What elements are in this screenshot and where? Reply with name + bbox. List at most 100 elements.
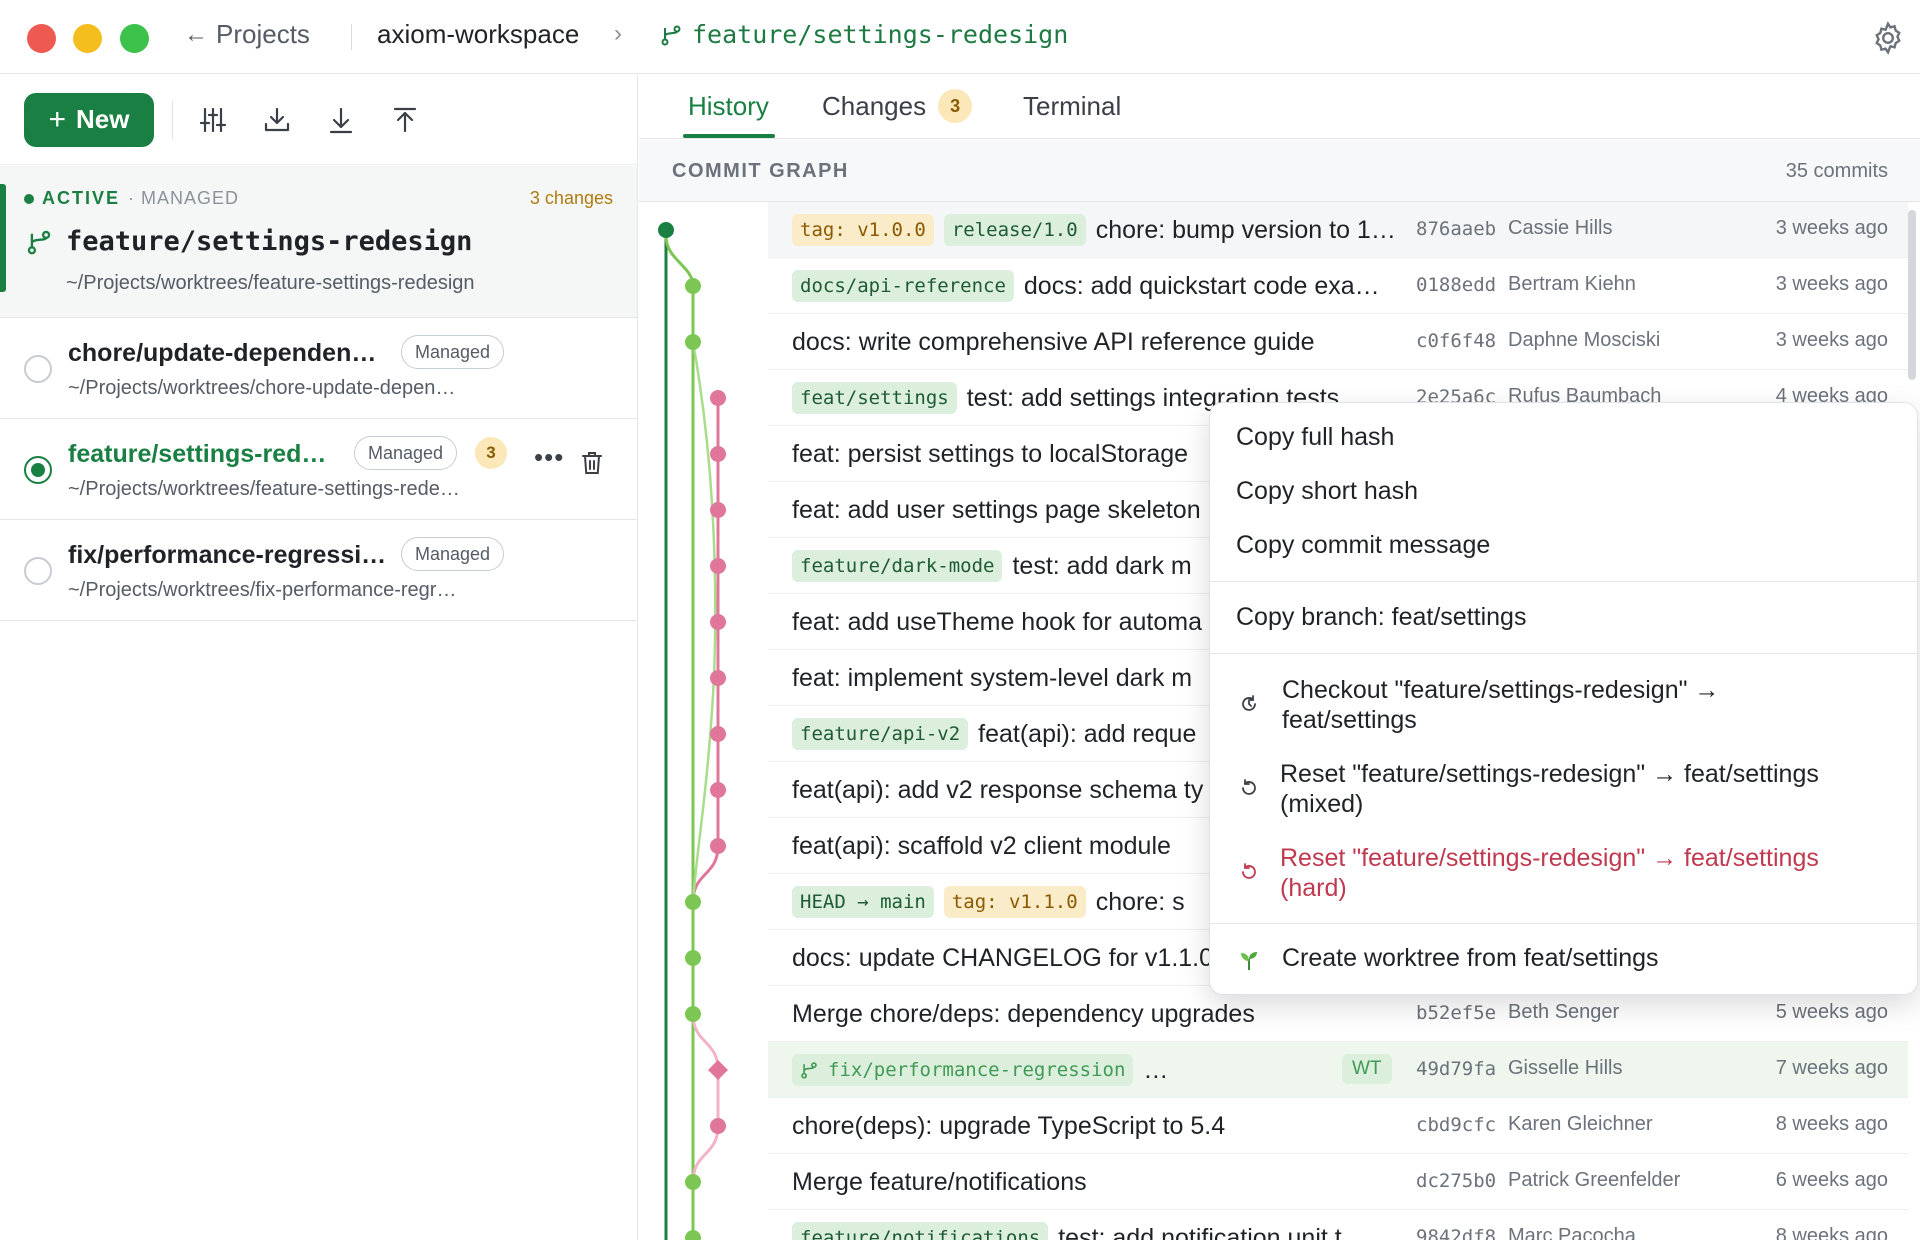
commit-author: Patrick Greenfelder <box>1508 1169 1681 1191</box>
git-branch-icon <box>661 25 681 45</box>
commit-hash: 0188edd <box>1416 274 1497 296</box>
commit-message: Merge chore/deps: dependency upgrades <box>792 999 1255 1028</box>
commit-hash: c0f6f48 <box>1416 330 1497 352</box>
commit-node[interactable] <box>685 950 701 966</box>
commit-node[interactable] <box>710 782 726 798</box>
branch-chip[interactable]: release/1.0 <box>943 214 1086 246</box>
scrollbar-thumb[interactable] <box>1908 210 1916 380</box>
worktree-commit-node[interactable] <box>708 1060 728 1080</box>
commit-node[interactable] <box>710 670 726 686</box>
commit-node[interactable] <box>685 1006 701 1022</box>
commit-graph-lanes <box>658 222 728 1240</box>
commit-node[interactable] <box>710 390 726 406</box>
tab-terminal[interactable]: Terminal <box>1023 91 1121 122</box>
commit-row[interactable]: fix/performance-regression … WT 49d79fa Giss… <box>768 1042 1908 1098</box>
worktree-name: fix/performance-regressi… <box>68 541 387 569</box>
worktree-radio[interactable] <box>24 355 52 383</box>
commit-node[interactable] <box>710 726 726 742</box>
commit-node[interactable] <box>710 838 726 854</box>
branch-chip[interactable]: feature/dark-mode <box>792 550 1003 582</box>
commit-row[interactable]: docs: write comprehensive API reference … <box>768 314 1908 370</box>
tag-chip[interactable]: tag: v1.0.0 <box>792 214 934 246</box>
active-worktree-card[interactable]: ACTIVE · MANAGED 3 changes feature/setti… <box>0 166 637 318</box>
commit-message: … <box>1143 1055 1169 1084</box>
commit-node[interactable] <box>685 1230 701 1240</box>
worktree-item[interactable]: chore/update-dependen… Managed ~/Project… <box>0 319 637 419</box>
close-window-button[interactable] <box>27 24 56 53</box>
commit-author: Marc Pacocha <box>1508 1225 1636 1240</box>
copy-short-hash-item[interactable]: Copy short hash <box>1210 477 1919 506</box>
tag-chip[interactable]: tag: v1.1.0 <box>943 886 1086 918</box>
current-branch-crumb[interactable]: feature/settings-redesign <box>660 20 1068 49</box>
reset-icon <box>1242 779 1256 795</box>
commit-node[interactable] <box>710 614 726 630</box>
sidebar-toolbar: + New <box>0 75 637 165</box>
worktree-radio-selected[interactable] <box>24 456 52 484</box>
commit-node[interactable] <box>710 558 726 574</box>
trash-icon[interactable] <box>580 450 604 476</box>
commit-node[interactable] <box>710 1118 726 1134</box>
commit-node[interactable] <box>685 334 701 350</box>
commit-node[interactable] <box>685 278 701 294</box>
commit-row[interactable]: chore(deps): upgrade TypeScript to 5.4 cb… <box>768 1098 1908 1154</box>
commit-date: 8 weeks ago <box>1775 1113 1888 1135</box>
commit-hash: b52ef5e <box>1416 1002 1497 1024</box>
commit-date: 5 weeks ago <box>1775 1001 1888 1023</box>
more-options-icon[interactable]: ••• <box>534 442 564 473</box>
branch-chip[interactable]: feature/notifications <box>792 1222 1049 1240</box>
active-changes-count: 3 changes <box>529 188 613 208</box>
copy-branch-item[interactable]: Copy branch: feat/settings <box>1210 603 1919 632</box>
reset-mixed-item[interactable]: Reset "feature/settings-redesign" → feat… <box>1280 759 1880 819</box>
branch-chip[interactable]: HEAD → main <box>792 886 934 918</box>
current-branch-label: feature/settings-redesign <box>692 20 1069 49</box>
reset-hard-icon <box>1242 863 1256 879</box>
pull-button[interactable] <box>321 100 361 140</box>
branch-chip[interactable]: docs/api-reference <box>792 270 1014 302</box>
sliders-icon <box>199 107 227 132</box>
tab-changes-label: Changes <box>822 90 927 121</box>
fetch-button[interactable] <box>257 100 297 140</box>
commit-date: 3 weeks ago <box>1775 217 1888 239</box>
branch-chip[interactable]: fix/performance-regression <box>792 1054 1134 1086</box>
commit-hash: 49d79fa <box>1416 1058 1497 1080</box>
worktree-item[interactable]: feature/settings-red… Managed 3 ~/Projec… <box>0 420 637 520</box>
commit-row[interactable]: tag: v1.0.0 release/1.0 chore: bump versio… <box>768 202 1908 258</box>
filter-sliders-button[interactable] <box>193 100 233 140</box>
settings-gear-icon[interactable] <box>1870 20 1906 56</box>
commit-row[interactable]: Merge feature/notifications dc275b0 Patric… <box>768 1154 1908 1210</box>
create-worktree-item[interactable]: Create worktree from feat/settings <box>1282 944 1882 973</box>
commit-row[interactable]: docs/api-reference docs: add quickstart c… <box>768 258 1908 314</box>
plus-icon: + <box>48 102 67 136</box>
commit-message-cell: Merge feature/notifications <box>792 1154 1402 1210</box>
commit-node[interactable] <box>685 894 701 910</box>
workspace-name[interactable]: axiom-workspace <box>377 19 579 50</box>
branch-chip[interactable]: feature/api-v2 <box>792 718 969 750</box>
tab-history-label: History <box>688 91 769 121</box>
commit-message: Merge feature/notifications <box>792 1167 1087 1196</box>
commit-node[interactable] <box>710 446 726 462</box>
breadcrumb-divider <box>351 24 352 50</box>
checkout-item[interactable]: Checkout "feature/settings-redesign" → f… <box>1282 675 1842 735</box>
git-branch-icon <box>27 230 51 255</box>
maximize-window-button[interactable] <box>120 24 149 53</box>
minimize-window-button[interactable] <box>73 24 102 53</box>
back-to-projects-link[interactable]: ← Projects <box>184 19 310 50</box>
new-worktree-button[interactable]: + New <box>24 92 154 147</box>
reset-hard-item[interactable]: Reset "feature/settings-redesign" → feat… <box>1280 843 1880 903</box>
git-branch-icon <box>801 1062 817 1079</box>
commit-row[interactable]: feature/notifications test: add notificat… <box>768 1210 1908 1240</box>
tab-history[interactable]: History <box>688 91 769 122</box>
commit-node[interactable] <box>685 1174 701 1190</box>
push-button[interactable] <box>385 100 425 140</box>
tab-changes[interactable]: Changes 3 <box>822 89 973 123</box>
commit-author: Gisselle Hills <box>1508 1057 1623 1079</box>
commit-node[interactable] <box>710 502 726 518</box>
worktree-item[interactable]: fix/performance-regressi… Managed ~/Proj… <box>0 521 637 621</box>
fix-lane-line <box>691 1013 720 1183</box>
worktree-radio[interactable] <box>24 557 52 585</box>
commit-message: feat(api): add v2 response schema ty <box>792 775 1204 804</box>
branch-chip[interactable]: feat/settings <box>792 382 957 414</box>
copy-commit-message-item[interactable]: Copy commit message <box>1210 531 1919 560</box>
commit-node[interactable] <box>658 222 674 238</box>
copy-full-hash-item[interactable]: Copy full hash <box>1210 423 1919 452</box>
